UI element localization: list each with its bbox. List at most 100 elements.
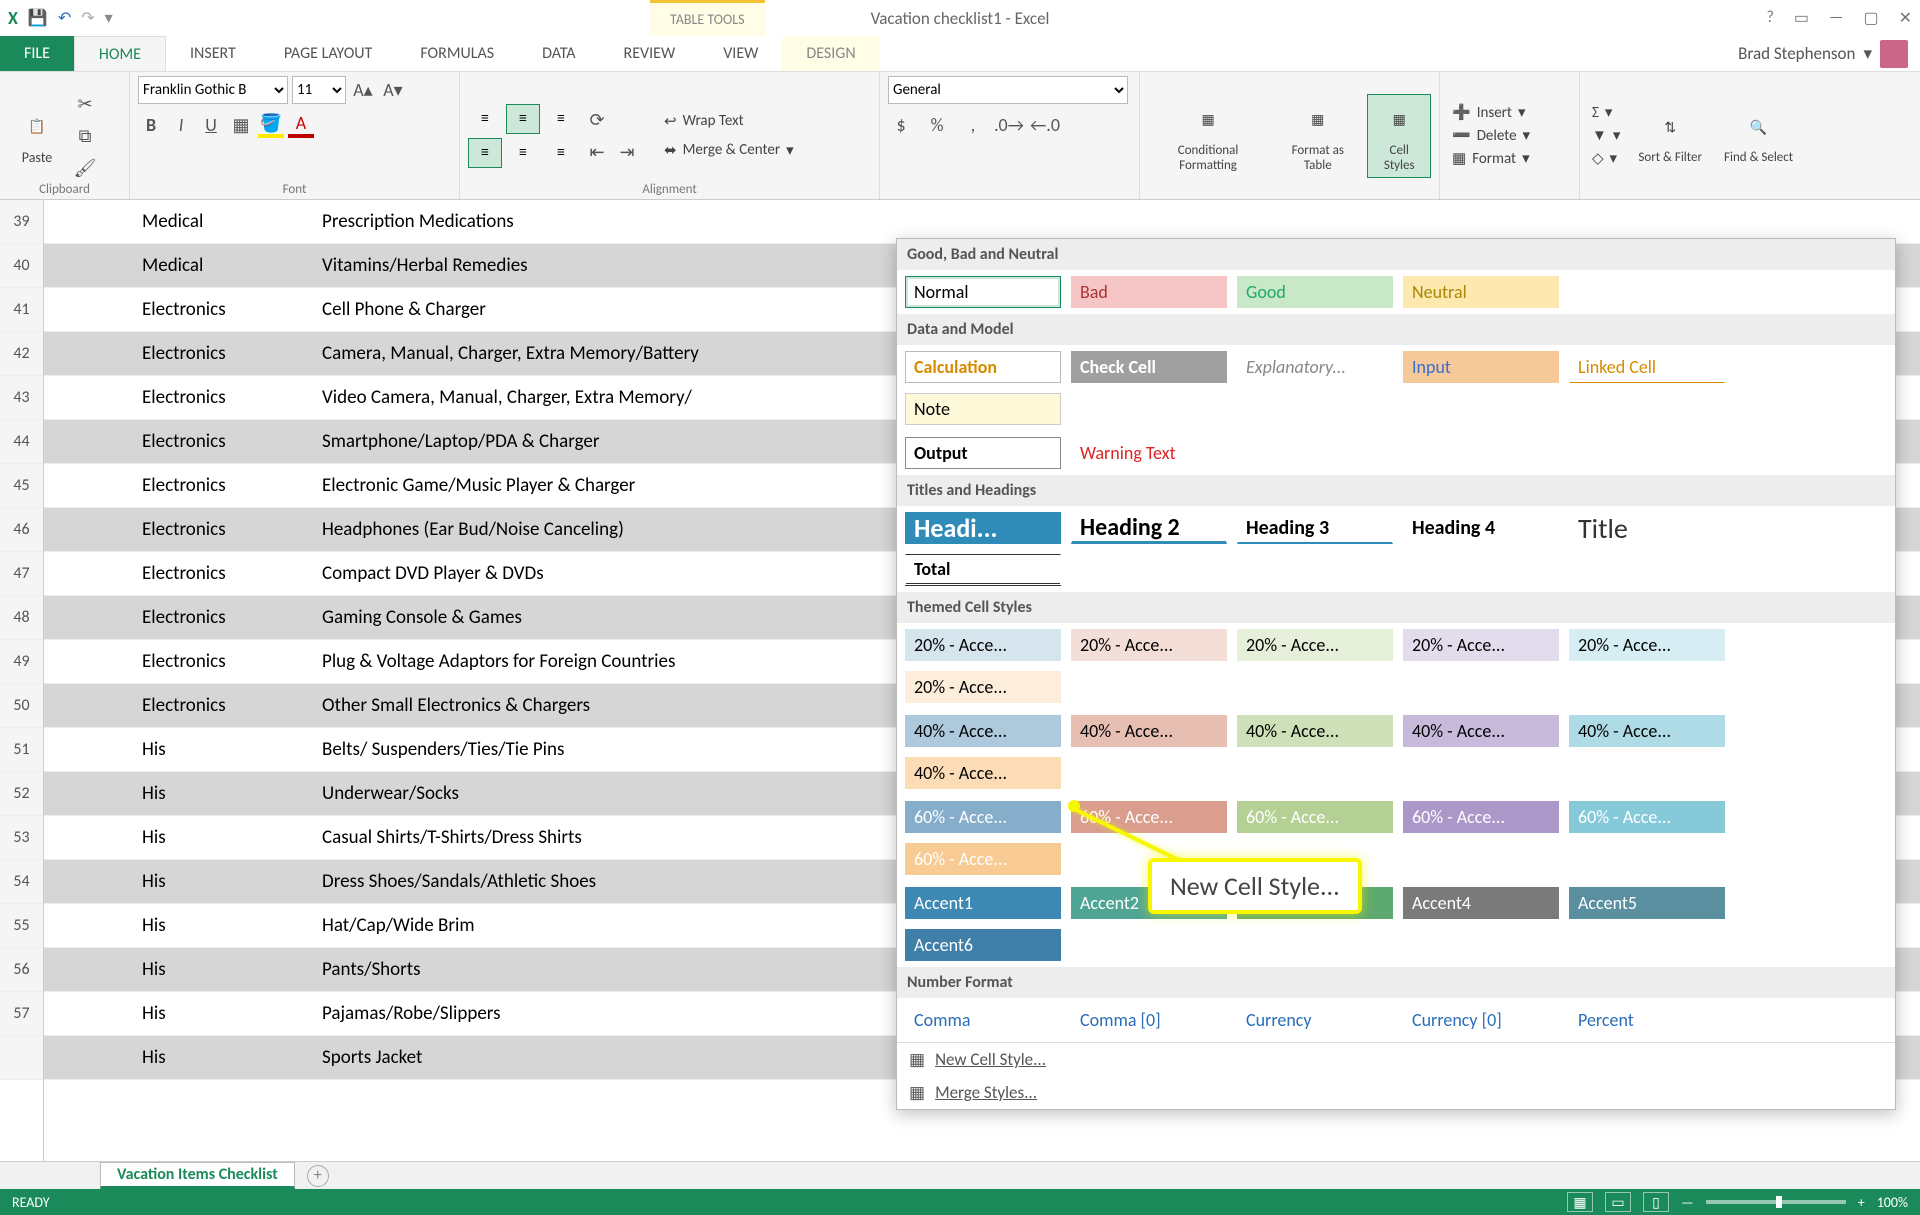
qat-more-icon[interactable]: ▾ (105, 8, 113, 28)
borders-button[interactable]: ▦ (228, 112, 254, 138)
save-icon[interactable]: 💾 (28, 8, 48, 28)
align-mid-center[interactable]: ≡ (506, 138, 540, 168)
cell-category[interactable]: Electronics (134, 288, 314, 331)
merge-center-button[interactable]: ⬌Merge & Center▾ (658, 139, 800, 162)
tab-data[interactable]: DATA (518, 36, 599, 71)
style-20-accent3[interactable]: 20% - Acce... (1237, 629, 1393, 661)
cell-category[interactable]: His (134, 1036, 314, 1079)
add-sheet-button[interactable]: + (307, 1165, 329, 1187)
cell-category[interactable]: His (134, 728, 314, 771)
style-accent6[interactable]: Accent6 (905, 929, 1061, 961)
row-header[interactable]: 44 (0, 420, 43, 464)
style-output[interactable]: Output (905, 437, 1061, 469)
style-currency-0[interactable]: Currency [0] (1403, 1004, 1559, 1036)
style-comma-0[interactable]: Comma [0] (1071, 1004, 1227, 1036)
align-mid-right[interactable]: ≡ (544, 138, 578, 168)
zoom-slider[interactable] (1706, 1200, 1846, 1204)
row-header[interactable]: 51 (0, 728, 43, 772)
style-note[interactable]: Note (905, 393, 1061, 425)
cell-item[interactable]: Prescription Medications (314, 200, 1920, 243)
account-menu[interactable]: Brad Stephenson ▾ (1726, 36, 1920, 71)
fill-button[interactable]: ▼▾ (1588, 125, 1624, 146)
row-header[interactable]: 50 (0, 684, 43, 728)
tab-design[interactable]: DESIGN (782, 36, 879, 71)
zoom-in-button[interactable]: + (1858, 1194, 1865, 1211)
style-40-accent5[interactable]: 40% - Acce... (1569, 715, 1725, 747)
tab-view[interactable]: VIEW (699, 36, 782, 71)
tab-formulas[interactable]: FORMULAS (396, 36, 518, 71)
style-60-accent3[interactable]: 60% - Acce... (1237, 801, 1393, 833)
style-percent[interactable]: Percent (1569, 1004, 1725, 1036)
row-header[interactable]: 49 (0, 640, 43, 684)
row-header[interactable]: 57 (0, 992, 43, 1036)
style-check-cell[interactable]: Check Cell (1071, 351, 1227, 383)
row-header[interactable] (0, 1036, 43, 1080)
font-size-select[interactable]: 11 (292, 76, 346, 104)
style-60-accent6[interactable]: 60% - Acce... (905, 843, 1061, 875)
grow-font-icon[interactable]: A▴ (350, 77, 376, 103)
style-60-accent5[interactable]: 60% - Acce... (1569, 801, 1725, 833)
cell-category[interactable]: Electronics (134, 508, 314, 551)
decrease-indent-button[interactable]: ⇤ (584, 139, 610, 165)
align-top-left[interactable]: ≡ (468, 104, 502, 134)
fill-color-button[interactable]: 🪣 (258, 112, 284, 138)
underline-button[interactable]: U (198, 112, 224, 138)
cell-category[interactable]: Electronics (134, 376, 314, 419)
style-heading-2[interactable]: Heading 2 (1071, 512, 1227, 544)
bold-button[interactable]: B (138, 112, 164, 138)
style-20-accent6[interactable]: 20% - Acce... (905, 671, 1061, 703)
style-calculation[interactable]: Calculation (905, 351, 1061, 383)
row-header[interactable]: 53 (0, 816, 43, 860)
tab-page-layout[interactable]: PAGE LAYOUT (260, 36, 397, 71)
style-40-accent6[interactable]: 40% - Acce... (905, 757, 1061, 789)
style-comma[interactable]: Comma (905, 1004, 1061, 1036)
style-total[interactable]: Total (905, 554, 1061, 586)
style-40-accent3[interactable]: 40% - Acce... (1237, 715, 1393, 747)
percent-button[interactable]: % (924, 112, 950, 138)
autosum-button[interactable]: Σ▾ (1588, 102, 1624, 123)
style-40-accent2[interactable]: 40% - Acce... (1071, 715, 1227, 747)
sort-filter-button[interactable]: ⇅Sort & Filter (1630, 102, 1710, 169)
font-name-select[interactable]: Franklin Gothic B (138, 76, 288, 104)
style-heading-4[interactable]: Heading 4 (1403, 512, 1559, 544)
align-mid-left[interactable]: ≡ (468, 138, 502, 168)
increase-indent-button[interactable]: ⇥ (614, 139, 640, 165)
help-icon[interactable]: ? (1766, 8, 1773, 28)
minimize-icon[interactable]: — (1829, 8, 1843, 28)
close-icon[interactable]: ✕ (1899, 8, 1912, 28)
align-top-center[interactable]: ≡ (506, 104, 540, 134)
font-color-button[interactable]: A (288, 112, 314, 138)
format-as-table-button[interactable]: ▦Format as Table (1274, 95, 1361, 177)
redo-icon[interactable]: ↷ (81, 8, 94, 28)
row-header[interactable]: 43 (0, 376, 43, 420)
sheet-tab-active[interactable]: Vacation Items Checklist (100, 1162, 295, 1189)
style-heading-3[interactable]: Heading 3 (1237, 512, 1393, 544)
style-40-accent4[interactable]: 40% - Acce... (1403, 715, 1559, 747)
clear-button[interactable]: ◇▾ (1588, 148, 1624, 169)
maximize-icon[interactable]: ▢ (1863, 8, 1878, 28)
copy-icon[interactable]: ⧉ (72, 123, 98, 149)
style-input[interactable]: Input (1403, 351, 1559, 383)
style-40-accent1[interactable]: 40% - Acce... (905, 715, 1061, 747)
style-normal[interactable]: Normal (905, 276, 1061, 308)
row-header[interactable]: 45 (0, 464, 43, 508)
style-title[interactable]: Title (1569, 512, 1725, 544)
ribbon-options-icon[interactable]: ▭ (1794, 8, 1809, 28)
comma-button[interactable]: , (960, 112, 986, 138)
wrap-text-button[interactable]: ↩Wrap Text (658, 110, 800, 133)
style-linked-cell[interactable]: Linked Cell (1569, 351, 1725, 383)
style-bad[interactable]: Bad (1071, 276, 1227, 308)
cell-category[interactable]: Electronics (134, 332, 314, 375)
cell-category[interactable]: His (134, 772, 314, 815)
row-header[interactable]: 55 (0, 904, 43, 948)
style-20-accent1[interactable]: 20% - Acce... (905, 629, 1061, 661)
undo-icon[interactable]: ↶ (58, 8, 71, 28)
format-painter-icon[interactable]: 🖌 (72, 155, 98, 181)
cell-category[interactable]: Electronics (134, 596, 314, 639)
row-header[interactable]: 52 (0, 772, 43, 816)
cell-category[interactable]: Medical (134, 200, 314, 243)
style-warning-text[interactable]: Warning Text (1071, 437, 1227, 469)
cell-category[interactable]: Electronics (134, 684, 314, 727)
find-select-button[interactable]: 🔍Find & Select (1716, 102, 1801, 169)
cell-category[interactable]: Electronics (134, 420, 314, 463)
